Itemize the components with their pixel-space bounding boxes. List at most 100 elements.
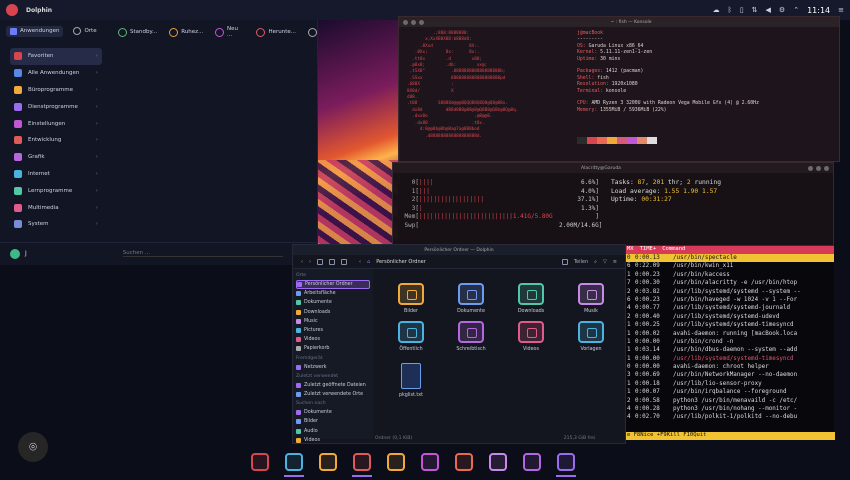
launcher-category-item[interactable]: Einstellungen › — [10, 115, 102, 132]
restart-button[interactable]: Neu ... — [215, 26, 244, 38]
places-item[interactable]: Arbeitsfläche — [296, 289, 370, 298]
file-item[interactable]: pkglist.txt — [383, 363, 439, 398]
shutdown-button[interactable]: Herunte... — [256, 26, 296, 38]
view-compact-icon[interactable] — [329, 258, 335, 265]
lens-icon[interactable]: ⌾ — [18, 432, 48, 462]
minimize-icon[interactable] — [808, 165, 813, 171]
network-icon[interactable]: ⇅ — [752, 6, 758, 14]
places-item[interactable]: Videos — [296, 436, 370, 445]
forward-icon[interactable]: › — [309, 259, 311, 265]
column-header[interactable]: TIME+ — [640, 246, 657, 254]
table-row[interactable]: 7 0:00.30/usr/bin/alacritty -e /usr/bin/h… — [625, 279, 834, 287]
dock-item[interactable] — [282, 450, 306, 477]
folder-item[interactable]: Dokumente — [443, 283, 499, 314]
column-header[interactable]: MX — [627, 246, 634, 254]
dock-item[interactable] — [418, 450, 442, 474]
dock-item[interactable] — [452, 450, 476, 474]
table-row[interactable]: 2 0:00.40/usr/lib/systemd/systemd-udevd — [625, 313, 834, 321]
launcher-category-item[interactable]: Lernprogramme › — [10, 182, 102, 199]
launcher-category-item[interactable]: System › — [10, 216, 102, 233]
table-row[interactable]: 2 0:00.58 python3 /usr/bin/menavaild -c /e… — [625, 397, 834, 405]
folder-item[interactable]: Öffentlich — [383, 321, 439, 352]
table-row[interactable]: 1 0:03.14/usr/bin/dbus-daemon --system --… — [625, 346, 834, 354]
dolphin-window[interactable]: Persönlicher Ordner — Dolphin ‹ › ‹ ⌂ Pe… — [292, 244, 626, 444]
places-item[interactable]: Persönlicher Ordner — [296, 280, 370, 290]
dock-item[interactable] — [486, 450, 510, 474]
table-row[interactable]: 1 0:00.02 avahi-daemon: running [macBook.l… — [625, 330, 834, 338]
dock-item[interactable] — [520, 450, 544, 474]
table-row[interactable]: 0 0:00.13/usr/bin/spectacle — [625, 254, 834, 263]
menu-icon[interactable]: ≡ — [838, 6, 844, 14]
clock[interactable]: 11:14 — [807, 6, 830, 15]
bluetooth-icon[interactable]: ᛒ — [728, 6, 732, 14]
launcher-category-item[interactable]: Multimedia › — [10, 199, 102, 216]
table-row[interactable]: 0 0:00.00 avahi-daemon: chroot helper — [625, 363, 834, 371]
places-item[interactable]: Bilder — [296, 417, 370, 426]
places-item[interactable]: Netzwerk — [296, 363, 370, 372]
table-row[interactable]: 1 0:00.18/usr/lib/lio-sensor-proxy — [625, 380, 834, 388]
battery-icon[interactable]: ▯ — [740, 6, 744, 14]
dolphin-titlebar[interactable]: Persönlicher Ordner — Dolphin — [293, 245, 625, 255]
settings-icon[interactable]: ⚙ — [779, 6, 785, 14]
launcher-category-item[interactable]: Entwicklung › — [10, 132, 102, 149]
table-row[interactable]: 3 0:00.69/usr/bin/NetworkManager --no-dae… — [625, 371, 834, 379]
table-row[interactable]: 4 0:00.77/usr/lib/systemd/systemd-journal… — [625, 304, 834, 312]
close-icon[interactable] — [403, 19, 408, 25]
launcher-category-item[interactable]: Dienstprogramme › — [10, 98, 102, 115]
volume-icon[interactable]: ◀ — [766, 6, 771, 14]
hibernate-button[interactable]: Ruhez... — [169, 26, 203, 38]
table-row[interactable]: 1 0:00.25/usr/lib/systemd/systemd-timesyn… — [625, 321, 834, 329]
konsole-titlebar[interactable]: ~ : fish — Konsole — [399, 17, 839, 27]
column-header[interactable]: Command — [662, 246, 685, 254]
alacritty-window[interactable]: Alacritty@Garuda 0[|||| 6.6%] 1[||| 4.0%] 2[… — [392, 162, 834, 246]
tab-places[interactable]: Orte — [73, 27, 97, 35]
folder-item[interactable]: Downloads — [503, 283, 559, 314]
table-row[interactable]: 6 0:00.23/usr/bin/haveged -w 1024 -v 1 --… — [625, 296, 834, 304]
places-item[interactable]: Zuletzt verwendete Orte — [296, 390, 370, 399]
places-item[interactable]: Papierkorb — [296, 344, 370, 353]
places-item[interactable]: Audio — [296, 426, 370, 435]
function-key-bar[interactable]: e F8Nice +F9Kill F10Quit — [625, 432, 835, 440]
table-row[interactable]: 6 0:22.09/usr/bin/kwin_x11 — [625, 262, 834, 270]
table-row[interactable]: 4 0:00.28 python3 /usr/bin/nohang --monito… — [625, 405, 834, 413]
launcher-category-item[interactable]: Büroprogramme › — [10, 82, 102, 99]
folder-item[interactable]: Schreibtisch — [443, 321, 499, 352]
dock-item[interactable] — [350, 450, 374, 477]
launcher-category-item[interactable]: Alle Anwendungen › — [10, 65, 102, 82]
places-item[interactable]: Downloads — [296, 308, 370, 317]
split-view-icon[interactable] — [561, 258, 568, 265]
filter-icon[interactable]: ▽ — [603, 259, 607, 265]
alacritty-titlebar[interactable]: Alacritty@Garuda — [393, 163, 833, 173]
places-item[interactable]: Pictures — [296, 326, 370, 335]
view-icons-icon[interactable] — [317, 258, 323, 265]
dock-item[interactable] — [554, 450, 578, 477]
avatar[interactable] — [10, 248, 20, 259]
maximize-icon[interactable] — [816, 165, 821, 171]
table-row[interactable]: 1 0:00.00/usr/lib/systemd/systemd-timesyn… — [625, 355, 834, 363]
home-icon[interactable]: ⌂ — [367, 259, 370, 265]
folder-item[interactable]: Vorlagen — [563, 321, 619, 352]
places-item[interactable]: Music — [296, 317, 370, 326]
garuda-logo-icon[interactable] — [6, 4, 18, 16]
tab-applications[interactable]: Anwendungen — [6, 25, 64, 37]
folder-item[interactable]: Bilder — [383, 283, 439, 314]
places-item[interactable]: Videos — [296, 335, 370, 344]
dock-item[interactable] — [316, 450, 340, 474]
search-icon[interactable]: ⌕ — [594, 259, 597, 265]
breadcrumb[interactable]: Persönlicher Ordner — [376, 259, 426, 265]
table-row[interactable]: 1 0:00.07/usr/bin/irqbalance --foreground — [625, 388, 834, 396]
close-icon[interactable] — [824, 165, 829, 171]
dock-item[interactable] — [248, 450, 272, 474]
split-button[interactable]: Teilen — [574, 259, 588, 265]
places-item[interactable]: Dokumente — [296, 408, 370, 417]
table-row[interactable]: 1 0:00.23/usr/bin/kaccess — [625, 271, 834, 279]
launcher-category-item[interactable]: Favoriten › — [10, 48, 102, 65]
folder-item[interactable]: Musik — [563, 283, 619, 314]
places-item[interactable]: Zuletzt geöffnete Dateien — [296, 381, 370, 390]
maximize-icon[interactable] — [419, 19, 424, 25]
cloud-icon[interactable]: ☁ — [713, 6, 720, 14]
places-item[interactable]: Dokumente — [296, 298, 370, 307]
folder-item[interactable]: Videos — [503, 321, 559, 352]
table-row[interactable]: 4 0:02.70/usr/lib/polkit-1/polkitd --no-d… — [625, 413, 834, 421]
back-icon[interactable]: ‹ — [301, 259, 303, 265]
